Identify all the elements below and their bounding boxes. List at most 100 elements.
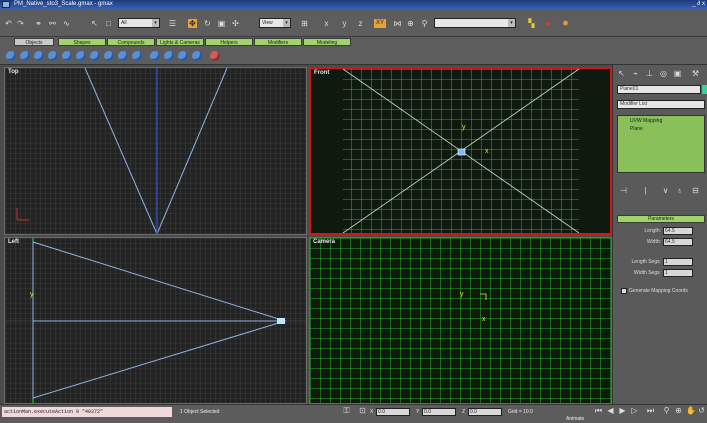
geosphere-icon[interactable] [90,51,100,61]
viewport-label-front[interactable]: Front [314,70,329,76]
display-panel-icon[interactable]: ▣ [673,69,682,78]
animate-label[interactable]: Animate [566,415,584,423]
length-segs-spinner[interactable]: 1 [663,258,693,266]
width-spinner[interactable]: 64.5 [663,238,693,246]
go-to-end-icon[interactable]: ⏭ [646,406,655,415]
select-icon[interactable]: ↖ [90,19,99,28]
motion-panel-icon[interactable]: ◎ [659,69,668,78]
y-coordinate-field[interactable]: 0.0 [422,408,456,416]
stack-item-plane[interactable]: Plane [630,126,643,132]
tab-helpers[interactable]: Helpers [205,38,253,46]
plane-icon[interactable] [132,51,142,61]
mirror-icon[interactable]: ⋈ [393,19,402,28]
pivot-icon[interactable]: ⊞ [300,19,309,28]
chevron-down-icon: ▾ [508,19,515,27]
render-icon[interactable]: ● [543,19,552,28]
tube-icon[interactable] [104,51,114,61]
gen-mapping-checkbox[interactable] [621,288,627,294]
viewport-label-top[interactable]: Top [8,69,19,75]
viewport-left[interactable]: Left y [4,237,307,404]
move-icon[interactable]: ✥ [188,19,197,28]
cone-icon[interactable] [76,51,86,61]
selection-filter-dropdown[interactable]: All ▾ [118,18,160,28]
utilities-panel-icon[interactable]: ⚒ [691,69,700,78]
next-frame-icon[interactable]: ▷ [630,406,639,415]
absolute-mode-icon[interactable]: ⊡ [358,406,367,415]
xy-plane-icon[interactable]: XY [374,19,386,28]
lock-selection-icon[interactable]: ⚿ [342,406,351,415]
camera-target [277,318,285,324]
show-end-result-icon[interactable]: | [641,186,650,195]
hedra-icon[interactable] [178,51,188,61]
pin-stack-icon[interactable]: ⊣ [619,186,628,195]
reference-coord-dropdown[interactable]: View ▾ [259,18,291,28]
select-by-name-icon[interactable]: ☰ [168,19,177,28]
object-name-field[interactable]: Plane01 [617,85,701,94]
quick-render-icon[interactable]: ✹ [561,19,570,28]
object-color-swatch[interactable] [702,85,707,94]
length-spinner[interactable]: 64.5 [663,227,693,235]
tab-modeling[interactable]: Modeling [303,38,351,46]
spindle-icon[interactable] [192,51,202,61]
link-icon[interactable]: ⚭ [34,19,43,28]
zoom-all-icon[interactable]: ⊕ [674,406,683,415]
align-icon[interactable]: ⊕ [406,19,415,28]
viewport-front[interactable]: Front y x [309,67,612,235]
teapot-icon[interactable] [62,51,72,61]
cylinder-icon[interactable] [34,51,44,61]
tab-shapes[interactable]: Shapes [58,38,106,46]
rotate-icon[interactable]: ↻ [203,19,212,28]
bind-icon[interactable]: ∿ [62,19,71,28]
zoom-icon[interactable]: ⚲ [662,406,671,415]
tab-lights-cameras[interactable]: Lights & Cameras [156,38,204,46]
remove-modifier-icon[interactable]: ♁ [675,186,684,195]
chevron-down-icon: ▾ [283,19,290,27]
z-axis-icon[interactable]: z [356,19,365,28]
tab-objects[interactable]: Objects [14,38,54,46]
maxscript-listener[interactable]: actionMan.executeAction 0 "40372" [2,407,172,417]
arc-rotate-icon[interactable]: ↺ [697,406,706,415]
make-unique-icon[interactable]: ∨ [661,186,670,195]
x-axis-icon[interactable]: x [322,19,331,28]
viewport-top[interactable]: Top [4,67,307,235]
previous-frame-icon[interactable]: ◀ [606,406,615,415]
pan-icon[interactable]: ✋ [686,406,696,415]
create-panel-icon[interactable]: ↖ [617,69,626,78]
material-editor-icon[interactable]: ▚ [527,19,536,28]
viewport-camera[interactable]: Camera y x [309,237,612,404]
scale-icon[interactable]: ▣ [217,19,226,28]
play-icon[interactable]: ▶ [618,406,627,415]
window-controls[interactable]: _ ∂ x [692,1,705,8]
unlink-icon[interactable]: ⚯ [48,19,57,28]
modify-panel-icon[interactable]: ⌁ [631,69,640,78]
chamfer-icon[interactable] [210,51,220,61]
select-manipulate-icon[interactable]: ✣ [231,19,240,28]
parameters-rollout-header[interactable]: Parameters [617,215,705,223]
width-segs-spinner[interactable]: 1 [663,269,693,277]
named-selection-dropdown[interactable]: ▾ [434,18,516,28]
x-coordinate-field[interactable]: 0.0 [376,408,410,416]
modifier-stack[interactable]: UVW Mapping Plane [617,115,705,173]
sphere-icon[interactable] [20,51,30,61]
gengon-icon[interactable] [164,51,174,61]
stack-item-uvw-mapping[interactable]: UVW Mapping [630,118,662,124]
undo-icon[interactable]: ↶ [4,19,13,28]
box-grid-icon[interactable] [150,51,160,61]
pyramid-icon[interactable] [118,51,128,61]
y-axis-icon[interactable]: y [340,19,349,28]
select-region-icon[interactable]: □ [104,19,113,28]
redo-icon[interactable]: ↷ [16,19,25,28]
box-icon[interactable] [6,51,16,61]
hierarchy-panel-icon[interactable]: ⊥ [645,69,654,78]
viewport-label-camera[interactable]: Camera [313,239,335,245]
go-to-start-icon[interactable]: ⏮ [594,406,603,415]
viewport-label-left[interactable]: Left [8,239,19,245]
tab-compounds[interactable]: Compounds [107,38,155,46]
modifier-list-dropdown[interactable]: Modifier List [617,100,705,109]
torus-icon[interactable] [48,51,58,61]
configure-sets-icon[interactable]: ⊟ [691,186,700,195]
z-coordinate-field[interactable]: 0.0 [468,408,502,416]
named-selections-icon[interactable]: ⚲ [420,19,429,28]
width-label: Width: [646,239,661,245]
tab-modifiers[interactable]: Modifiers [254,38,302,46]
